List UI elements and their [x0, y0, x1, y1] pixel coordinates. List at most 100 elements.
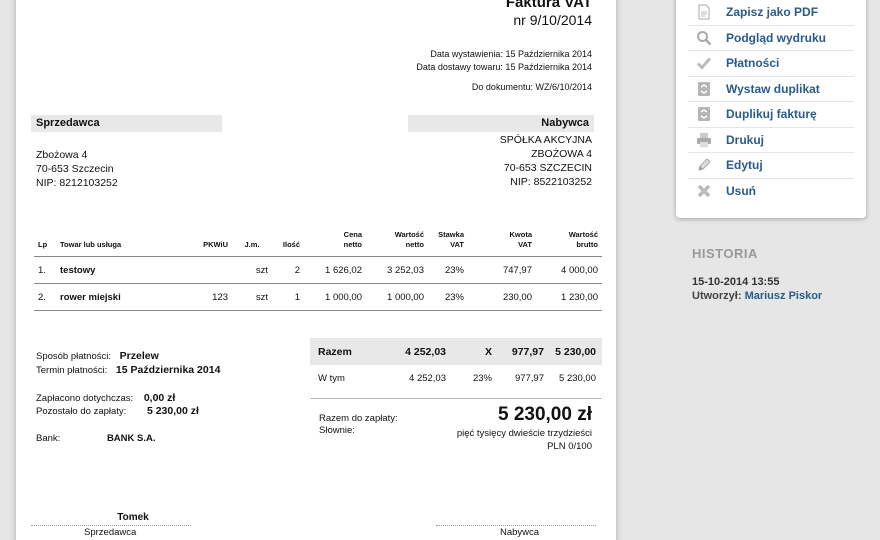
- history-created-by: Utworzył: Mariusz Piskor: [692, 290, 822, 302]
- row-name: rower miejski: [56, 283, 196, 311]
- print-button[interactable]: Drukuj: [688, 128, 854, 153]
- delivery-date: Data dostawy towaru: 15 Października 201…: [416, 62, 592, 72]
- summary-incl-gross: 5 230,00: [559, 373, 596, 384]
- row-rate: 23%: [428, 283, 468, 311]
- remaining-value: 5 230,00 zł: [146, 405, 199, 417]
- row-gross: 4 000,00: [536, 256, 602, 284]
- col-price: Cena netto: [304, 230, 366, 257]
- row-vat: 230,00: [468, 283, 536, 311]
- payment-method-label: Sposób płatności:: [36, 351, 111, 362]
- in-words-label: Słownie:: [319, 425, 355, 436]
- col-qty: Ilość: [272, 230, 304, 257]
- to-pay-labels: Razem do zapłaty: Słownie:: [319, 413, 398, 437]
- duplicate-icon: [696, 81, 712, 97]
- print-preview-label: Podgląd wydruku: [726, 30, 827, 45]
- seller-signature-name: Tomek: [117, 512, 149, 523]
- col-unit: J.m.: [232, 230, 272, 257]
- row-price: 1 000,00: [304, 283, 366, 311]
- col-name: Towar lub usługa: [56, 230, 196, 257]
- payment-due-value: 15 Października 2014: [115, 364, 221, 376]
- summary-incl-net: 4 252,03: [409, 373, 446, 384]
- col-net: Wartość netto: [366, 230, 428, 257]
- invoice-number: nr 9/10/2014: [513, 12, 592, 28]
- edit-label: Edytuj: [726, 158, 763, 173]
- summary-total-net: 4 252,03: [405, 345, 446, 358]
- delete-label: Usuń: [726, 184, 756, 199]
- in-words-text: pięć tysięcy dwieście trzydzieści: [456, 428, 592, 439]
- summary-divider: [310, 398, 602, 399]
- pencil-icon: [696, 157, 712, 173]
- bank-value: BANK S.A.: [106, 433, 156, 444]
- printer-icon: [696, 132, 712, 148]
- row-pkwiu: 123: [196, 283, 232, 311]
- seller-nip: NIP: 8212103252: [36, 177, 118, 189]
- row-unit: szt: [232, 256, 272, 284]
- seller-city: 70-653 Szczecin: [36, 163, 114, 175]
- row-rate: 23%: [428, 256, 468, 284]
- magnifier-icon: [696, 30, 712, 46]
- history-title: HISTORIA: [692, 246, 758, 261]
- buyer-company: SPÓŁKA AKCYJNA: [499, 134, 592, 146]
- summary-including-label: W tym: [318, 373, 345, 384]
- checkmark-icon: [696, 55, 712, 71]
- summary-total-gross: 5 230,00: [555, 345, 596, 358]
- row-gross: 1 230,00: [536, 283, 602, 311]
- invoice-paper: Faktura VAT nr 9/10/2014 Data wystawieni…: [16, 0, 616, 540]
- save-pdf-label: Zapisz jako PDF: [726, 5, 819, 20]
- row-unit: szt: [232, 283, 272, 311]
- in-words-fraction: PLN 0/100: [547, 441, 592, 452]
- paid-label: Zapłacono dotychczas:: [36, 393, 134, 404]
- payment-due-label: Termin płatności:: [36, 365, 108, 376]
- row-qty: 2: [272, 256, 304, 284]
- to-pay-label: Razem do zapłaty:: [319, 413, 398, 424]
- row-net: 1 000,00: [366, 283, 428, 311]
- duplicate-invoice-label: Duplikuj fakturę: [726, 107, 817, 122]
- payment-due: Termin płatności: 15 Października 2014: [36, 364, 220, 376]
- row-qty: 1: [272, 283, 304, 311]
- payments-button[interactable]: Płatności: [688, 51, 854, 77]
- bank-info: Bank: BANK S.A.: [36, 433, 156, 444]
- summary-incl-rate: 23%: [472, 373, 492, 384]
- actions-panel: Zapisz jako PDF Podgląd wydruku Płatnośc…: [676, 0, 866, 218]
- delete-icon: [696, 183, 712, 199]
- issue-duplicate-button[interactable]: Wystaw duplikat: [688, 77, 854, 102]
- duplicate-icon: [696, 106, 712, 122]
- summary-total-row: Razem 4 252,03 X 977,97 5 230,00: [310, 338, 602, 365]
- summary-box: Razem 4 252,03 X 977,97 5 230,00 W tym 4…: [310, 338, 602, 399]
- buyer-city: 70-653 SZCZECIN: [503, 162, 592, 174]
- summary-incl-vat: 977,97: [514, 373, 544, 384]
- seller-header: Sprzedawca: [31, 115, 222, 132]
- edit-button[interactable]: Edytuj: [688, 153, 854, 179]
- duplicate-invoice-button[interactable]: Duplikuj fakturę: [688, 102, 854, 128]
- save-pdf-button[interactable]: Zapisz jako PDF: [688, 0, 854, 26]
- bank-label: Bank:: [36, 433, 61, 444]
- seller-signature-line: [31, 525, 191, 526]
- buyer-nip: NIP: 8522103252: [510, 176, 592, 188]
- buyer-street: ZBOŻOWA 4: [531, 148, 592, 160]
- invoice-title: Faktura VAT: [505, 0, 592, 11]
- print-preview-button[interactable]: Podgląd wydruku: [688, 26, 854, 51]
- delete-button[interactable]: Usuń: [688, 179, 854, 205]
- col-lp: Lp: [34, 230, 56, 257]
- table-row: 2. rower miejski 123 szt 1 1 000,00 1 00…: [34, 283, 602, 311]
- history-user-link[interactable]: Mariusz Piskor: [745, 290, 823, 302]
- paid-value: 0,00 zł: [143, 392, 176, 404]
- seller-signature-label: Sprzedawca: [84, 527, 137, 538]
- payment-method-value: Przelew: [119, 350, 159, 362]
- seller-address: Zbożowa 4 70-653 Szczecin NIP: 821210325…: [36, 148, 118, 190]
- row-lp: 1.: [34, 256, 56, 284]
- amount-in-words: pięć tysięcy dwieście trzydzieści PLN 0/…: [457, 427, 592, 453]
- paid-so-far: Zapłacono dotychczas: 0,00 zł: [36, 392, 175, 404]
- issue-date: Data wystawienia: 15 Października 2014: [430, 49, 592, 59]
- buyer-signature-label: Nabywca: [500, 527, 540, 538]
- summary-total-label: Razem: [318, 345, 352, 358]
- items-table: Lp Towar lub usługa PKWiU J.m. Ilość Cen…: [34, 230, 602, 311]
- payments-label: Płatności: [726, 56, 780, 71]
- issue-duplicate-label: Wystaw duplikat: [726, 81, 820, 96]
- buyer-header: Nabywca: [408, 115, 594, 132]
- summary-total-rate: X: [484, 345, 492, 358]
- remaining-label: Pozostało do zapłaty:: [36, 406, 127, 417]
- row-net: 3 252,03: [366, 256, 428, 284]
- col-rate: Stawka VAT: [428, 230, 468, 257]
- summary-total-vat: 977,97: [511, 345, 544, 358]
